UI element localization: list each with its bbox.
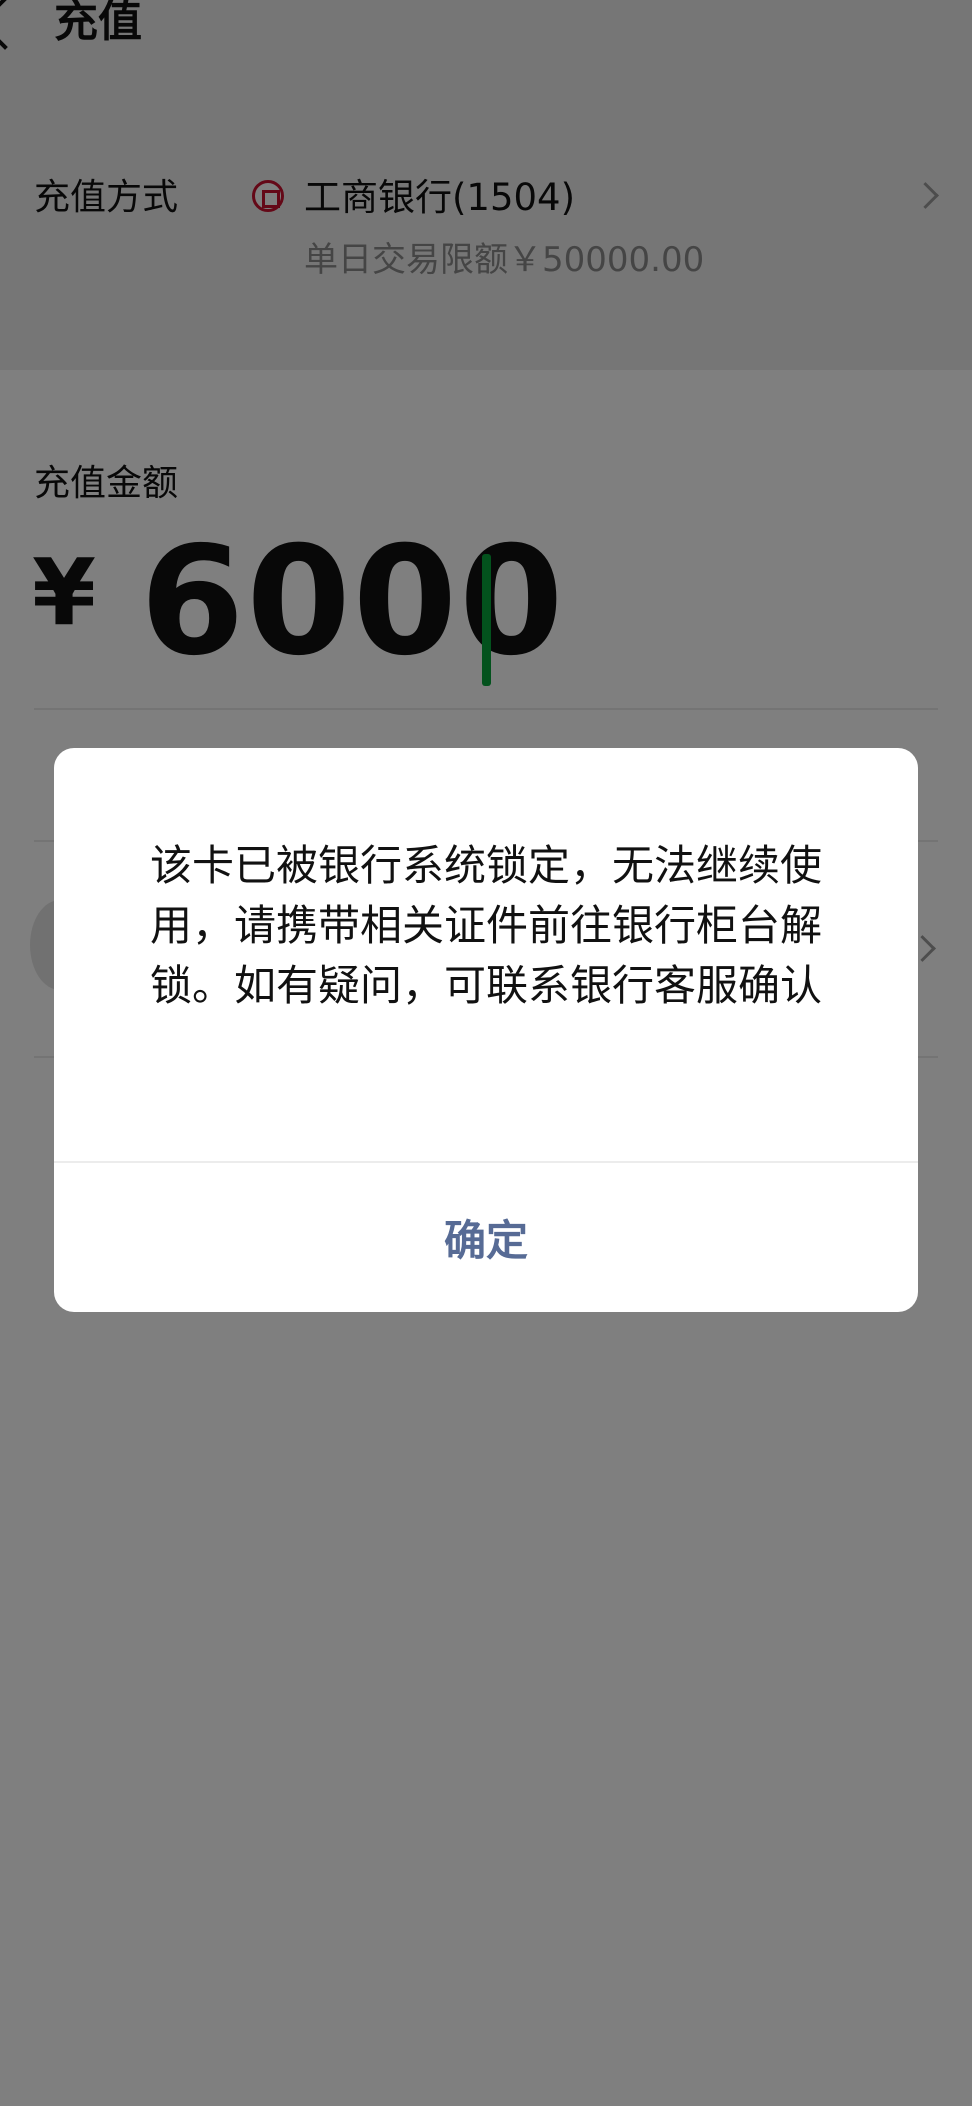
- alert-dialog: 该卡已被银行系统锁定，无法继续使用，请携带相关证件前往银行柜台解锁。如有疑问，可…: [54, 748, 918, 1312]
- confirm-button[interactable]: 确定: [54, 1163, 918, 1312]
- dialog-message: 该卡已被银行系统锁定，无法继续使用，请携带相关证件前往银行柜台解锁。如有疑问，可…: [149, 841, 822, 1010]
